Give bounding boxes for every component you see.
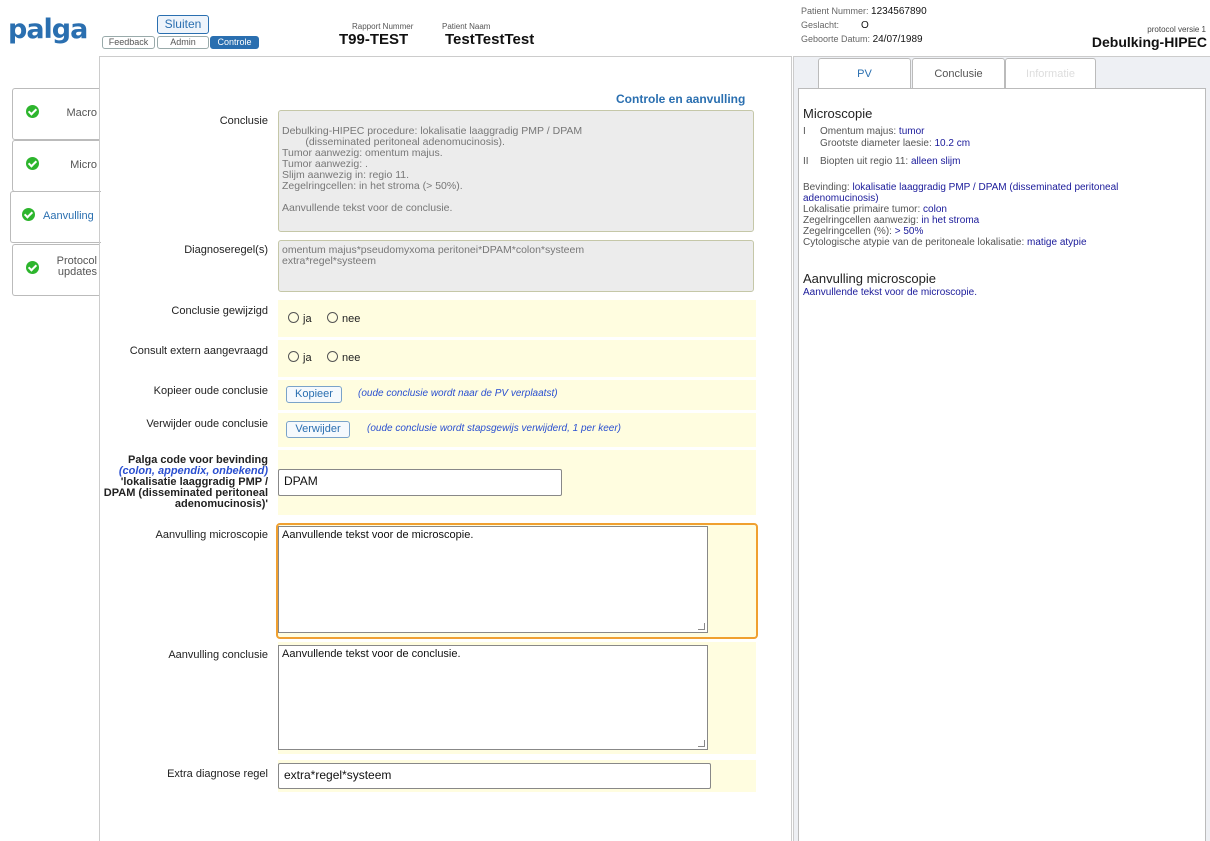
gewijzigd-ja[interactable]: ja (288, 312, 312, 325)
protocol-versie: protocol versie 1 (1147, 25, 1206, 34)
radio-icon[interactable] (288, 312, 299, 323)
aanv-title: Aanvulling microscopie (803, 271, 936, 286)
geslacht: Geslacht: O (801, 20, 869, 31)
conclusie-label: Conclusie (219, 115, 268, 127)
verwijder-button[interactable]: Verwijder (286, 421, 350, 438)
admin-button[interactable]: Admin (157, 36, 209, 49)
kopieer-hint: (oude conclusie wordt naar de PV verplaa… (358, 388, 558, 399)
pv-item-2: II Biopten uit regio 11: alleen slijm (803, 156, 961, 167)
close-button[interactable]: Sluiten (157, 15, 209, 34)
check-icon (22, 208, 35, 221)
pv-item-1-sub: Grootste diameter laesie: 10.2 cm (820, 138, 971, 149)
aanv-concl-textarea[interactable]: Aanvullende tekst voor de conclusie. (278, 645, 708, 750)
tab-conclusie[interactable]: Conclusie (912, 58, 1005, 89)
nav-aanvulling[interactable]: Aanvulling (10, 191, 101, 243)
verwijder-hint: (oude conclusie wordt stapsgewijs verwij… (367, 423, 622, 434)
consult-label: Consult extern aangevraagd (129, 345, 268, 357)
radio-icon[interactable] (288, 351, 299, 362)
micro-title: Microscopie (803, 106, 873, 121)
diagnose-readonly: omentum majus*pseudomyxoma peritonei*DPA… (278, 240, 754, 292)
extra-label: Extra diagnose regel (167, 768, 268, 780)
nav-protocol-updates[interactable]: Protocol updates (12, 244, 100, 296)
protocol-name: Debulking-HIPEC (1091, 34, 1207, 50)
patient-naam-value: TestTestTest (445, 31, 535, 48)
patient-nummer: Patient Nummer: 1234567890 (801, 6, 927, 17)
palga-logo: palga (8, 14, 88, 45)
pv-item-1: I Omentum majus: tumor (803, 126, 925, 137)
palga-code-label: Palga code voor bevinding (colon, append… (103, 454, 268, 510)
extra-input[interactable]: extra*regel*systeem (278, 763, 711, 789)
pv-bevinding: Bevinding: lokalisatie laaggradig PMP / … (803, 182, 1119, 248)
nav-macro[interactable]: Macro (12, 88, 100, 140)
radio-icon[interactable] (327, 312, 338, 323)
radio-icon[interactable] (327, 351, 338, 362)
check-icon (26, 261, 39, 274)
check-icon (26, 105, 39, 118)
geboorte-datum: Geboorte Datum: 24/07/1989 (801, 34, 923, 45)
feedback-button[interactable]: Feedback (102, 36, 155, 49)
page-title: Controle en aanvulling (616, 92, 746, 106)
kopieer-button[interactable]: Kopieer (286, 386, 342, 403)
controle-button[interactable]: Controle (210, 36, 259, 49)
rapport-label: Rapport Nummer (352, 22, 414, 31)
kopieer-label: Kopieer oude conclusie (153, 385, 268, 397)
aanv-micro-textarea[interactable]: Aanvullende tekst voor de microscopie. (278, 526, 708, 633)
diagnose-label: Diagnoseregel(s) (184, 244, 268, 256)
gewijzigd-nee[interactable]: nee (327, 312, 360, 325)
consult-nee[interactable]: nee (327, 351, 360, 364)
patient-naam-label: Patient Naam (442, 22, 491, 31)
tab-informatie: Informatie (1005, 58, 1096, 89)
aanv-micro-label: Aanvulling microscopie (155, 529, 269, 541)
conclusie-readonly: Debulking-HIPEC procedure: lokalisatie l… (278, 110, 754, 232)
resize-grip-icon[interactable] (698, 740, 705, 747)
aanv-concl-label: Aanvulling conclusie (168, 649, 268, 661)
verwijder-label: Verwijder oude conclusie (146, 418, 268, 430)
gewijzigd-label: Conclusie gewijzigd (171, 305, 268, 317)
palga-code-input[interactable]: DPAM (278, 469, 562, 496)
nav-micro[interactable]: Micro (12, 140, 100, 192)
consult-ja[interactable]: ja (288, 351, 312, 364)
check-icon (26, 157, 39, 170)
resize-grip-icon[interactable] (698, 623, 705, 630)
aanv-text: Aanvullende tekst voor de microscopie. (803, 287, 977, 298)
tab-pv[interactable]: PV (818, 58, 911, 90)
rapport-value: T99-TEST (339, 31, 409, 48)
